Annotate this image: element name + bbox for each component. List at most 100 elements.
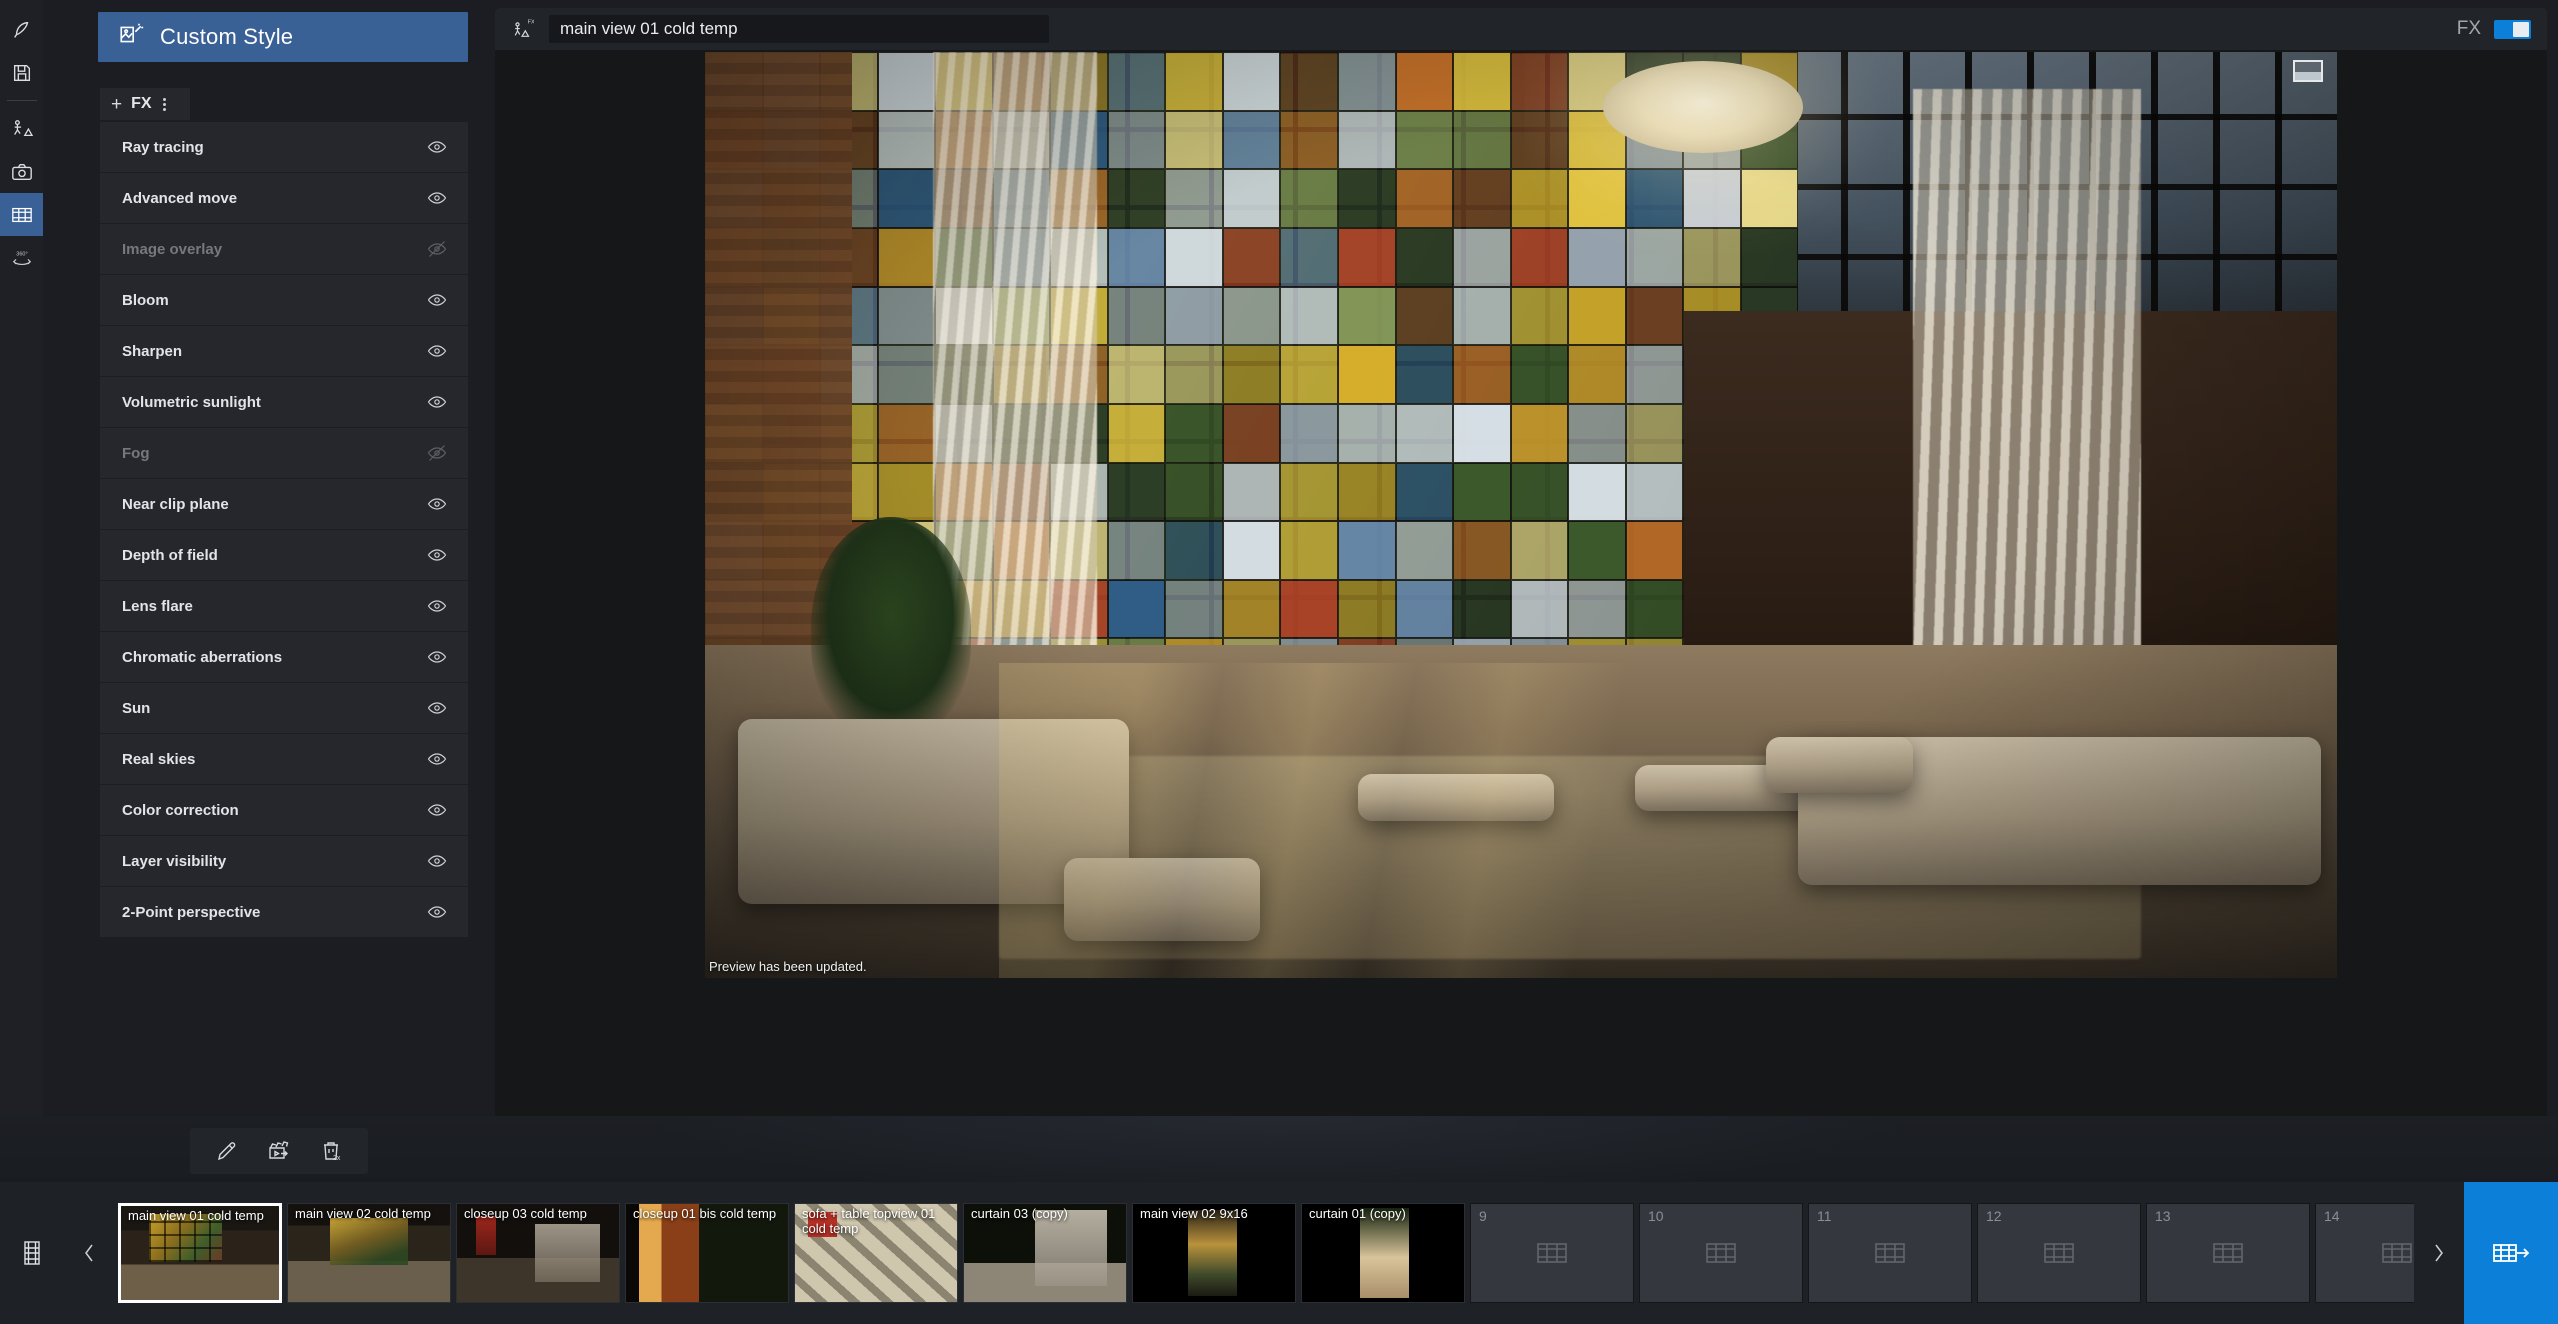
eye-icon[interactable] — [426, 850, 448, 872]
edit-pencil-icon[interactable] — [214, 1138, 240, 1164]
fx-item-label: Advanced move — [122, 189, 238, 207]
sidebar-item-animation[interactable] — [0, 193, 43, 236]
fx-item-label: Lens flare — [122, 597, 193, 615]
eye-icon[interactable] — [426, 391, 448, 413]
clip-label: curtain 03 (copy) — [971, 1206, 1068, 1221]
filmstrip-clip[interactable]: sofa + table topview 01 cold temp — [794, 1203, 958, 1303]
add-fx-button[interactable]: + FX — [100, 88, 190, 120]
eye-icon[interactable] — [426, 493, 448, 515]
viewport-guide-icon[interactable] — [2293, 60, 2323, 82]
filmstrip-placeholder-icon — [2212, 1241, 2244, 1265]
person-terrain-icon[interactable] — [0, 107, 43, 150]
filmstrip-empty-slot[interactable]: 10 — [1639, 1203, 1803, 1303]
fx-item-fog[interactable]: Fog — [100, 428, 468, 478]
fx-item-ray-tracing[interactable]: Ray tracing — [100, 122, 468, 172]
export-clip-icon[interactable] — [266, 1138, 292, 1164]
empty-slot-number: 9 — [1479, 1208, 1487, 1224]
filmstrip-empty-slot[interactable]: 12 — [1977, 1203, 2141, 1303]
render-viewport[interactable]: Preview has been updated. F11F8F6U — [495, 50, 2547, 1270]
empty-slot-number: 14 — [2324, 1208, 2340, 1224]
filmstrip-placeholder-icon — [2381, 1241, 2413, 1265]
clip-label: closeup 03 cold temp — [464, 1206, 587, 1221]
filmstrip-row: main view 01 cold temp main view 02 cold … — [0, 1182, 2558, 1324]
fx-item-bloom[interactable]: Bloom — [100, 275, 468, 325]
fx-item-image-overlay[interactable]: Image overlay — [100, 224, 468, 274]
effects-list: Ray tracing Advanced move Image overlay Blo… — [100, 122, 468, 937]
fx-item-label: Real skies — [122, 750, 196, 768]
clip-label: curtain 01 (copy) — [1309, 1206, 1406, 1221]
filmstrip-empty-slot[interactable]: 9 — [1470, 1203, 1634, 1303]
filmstrip-next-button[interactable] — [2414, 1182, 2464, 1324]
fx-item-real-skies[interactable]: Real skies — [100, 734, 468, 784]
filmstrip-clip[interactable]: closeup 03 cold temp — [456, 1203, 620, 1303]
view-name-input[interactable] — [549, 15, 1049, 43]
fx-item-color-correction[interactable]: Color correction — [100, 785, 468, 835]
fx-item-label: Sharpen — [122, 342, 183, 360]
filmstrip-clip[interactable]: main view 01 cold temp — [118, 1203, 282, 1303]
delete-2x-icon[interactable]: 2x — [318, 1138, 344, 1164]
filmstrip-empty-slot[interactable]: 11 — [1808, 1203, 1972, 1303]
filmstrip-prev-button[interactable] — [64, 1182, 114, 1324]
filmstrip-placeholder-icon — [1705, 1241, 1737, 1265]
fx-item-advanced-move[interactable]: Advanced move — [100, 173, 468, 223]
filmstrip-clip[interactable]: curtain 03 (copy) — [963, 1203, 1127, 1303]
eye-icon[interactable] — [426, 289, 448, 311]
feather-icon[interactable] — [0, 8, 43, 51]
filmstrip-placeholder-icon — [2043, 1241, 2075, 1265]
filmstrip-clip[interactable]: closeup 01 bis cold temp — [625, 1203, 789, 1303]
eye-icon[interactable] — [426, 697, 448, 719]
fx-item-label: Volumetric sunlight — [122, 393, 261, 411]
eye-icon[interactable] — [426, 595, 448, 617]
eye-icon[interactable] — [426, 748, 448, 770]
fx-item-chromatic-aberrations[interactable]: Chromatic aberrations — [100, 632, 468, 682]
scene-graphic — [705, 52, 2337, 978]
filmstrip-panel: 2x main view 01 cold temp main view 02 co… — [0, 1116, 2558, 1324]
filmstrip-clip[interactable]: main view 02 9x16 — [1132, 1203, 1296, 1303]
save-icon[interactable] — [0, 51, 43, 94]
fx-item-2-point-perspective[interactable]: 2-Point perspective — [100, 887, 468, 937]
filmstrip-clip[interactable]: main view 02 cold temp — [287, 1203, 451, 1303]
eye-icon[interactable] — [426, 187, 448, 209]
fx-toggle[interactable] — [2494, 19, 2531, 39]
fx-item-layer-visibility[interactable]: Layer visibility — [100, 836, 468, 886]
camera-icon[interactable] — [0, 150, 43, 193]
filmstrip-empty-slot[interactable]: 13 — [2146, 1203, 2310, 1303]
filmstrip-clips[interactable]: main view 01 cold temp main view 02 cold … — [114, 1182, 2414, 1324]
clip-tools: 2x — [190, 1128, 368, 1174]
eye-icon[interactable] — [426, 544, 448, 566]
panorama-360-icon[interactable]: 360° — [0, 236, 43, 279]
clip-label: main view 02 cold temp — [295, 1206, 431, 1221]
fx-item-label: Color correction — [122, 801, 239, 819]
app-window: 360° Custom Style + FX Ray tracing Advan… — [0, 0, 2558, 1324]
eye-icon[interactable] — [426, 340, 448, 362]
filmstrip-vertical-icon[interactable] — [0, 1182, 64, 1324]
render-export-button[interactable] — [2464, 1182, 2558, 1324]
style-header[interactable]: Custom Style — [98, 12, 468, 62]
person-fx-icon: FX — [511, 17, 535, 41]
fx-item-sharpen[interactable]: Sharpen — [100, 326, 468, 376]
fx-item-volumetric-sunlight[interactable]: Volumetric sunlight — [100, 377, 468, 427]
eye-icon[interactable] — [426, 136, 448, 158]
fx-item-sun[interactable]: Sun — [100, 683, 468, 733]
fx-item-depth-of-field[interactable]: Depth of field — [100, 530, 468, 580]
clip-label: sofa + table topview 01 cold temp — [802, 1206, 936, 1236]
filmstrip-empty-slot[interactable]: 14 — [2315, 1203, 2414, 1303]
svg-text:2x: 2x — [333, 1155, 341, 1162]
svg-text:360°: 360° — [16, 251, 27, 257]
empty-slot-number: 11 — [1817, 1208, 1832, 1224]
fx-item-label: Depth of field — [122, 546, 218, 564]
eye-icon[interactable] — [426, 799, 448, 821]
add-fx-label: FX — [131, 95, 152, 112]
clip-label: closeup 01 bis cold temp — [633, 1206, 777, 1221]
eye-off-icon[interactable] — [426, 238, 448, 260]
eye-off-icon[interactable] — [426, 442, 448, 464]
fx-item-label: Near clip plane — [122, 495, 229, 513]
empty-slot-number: 12 — [1986, 1208, 2002, 1224]
fx-item-lens-flare[interactable]: Lens flare — [100, 581, 468, 631]
viewbar-right: FX — [2457, 18, 2531, 40]
eye-icon[interactable] — [426, 646, 448, 668]
fx-item-near-clip-plane[interactable]: Near clip plane — [100, 479, 468, 529]
filmstrip-clip[interactable]: curtain 01 (copy) — [1301, 1203, 1465, 1303]
more-vertical-icon[interactable] — [162, 97, 166, 111]
eye-icon[interactable] — [426, 901, 448, 923]
